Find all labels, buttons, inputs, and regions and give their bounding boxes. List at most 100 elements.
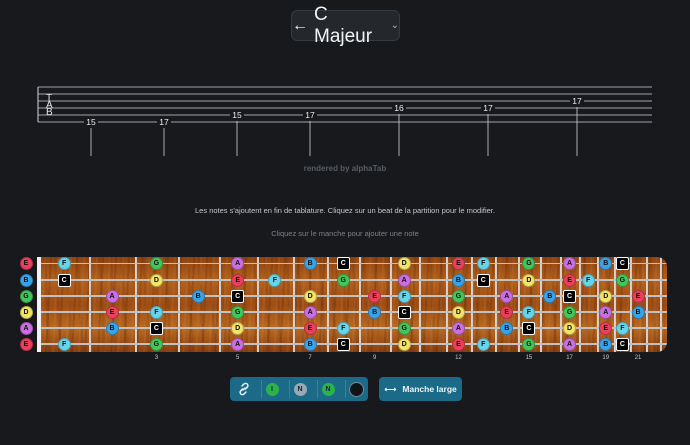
tablature-staff[interactable]: TAB15 1715 1716 1717 bbox=[0, 80, 690, 160]
fretboard-note[interactable]: F bbox=[476, 256, 490, 270]
fretboard-note[interactable]: F bbox=[149, 305, 163, 319]
fretboard-note[interactable]: B bbox=[303, 337, 317, 351]
open-string-note[interactable]: A bbox=[19, 321, 33, 335]
fretboard-note[interactable]: D bbox=[522, 273, 536, 287]
fretboard-note[interactable]: C bbox=[563, 289, 577, 303]
fretboard-note[interactable]: D bbox=[397, 337, 411, 351]
fretboard-note[interactable]: C bbox=[336, 256, 350, 270]
fretboard-note[interactable]: F bbox=[615, 321, 629, 335]
fretboard-note[interactable]: E bbox=[500, 305, 514, 319]
fretboard-note[interactable]: D bbox=[231, 321, 245, 335]
fretboard-note[interactable]: A bbox=[599, 305, 613, 319]
fretboard-note[interactable]: F bbox=[57, 256, 71, 270]
fretboard-note[interactable]: A bbox=[397, 273, 411, 287]
fretboard-note[interactable]: C bbox=[615, 256, 629, 270]
fretboard-note[interactable]: B bbox=[451, 273, 465, 287]
fretboard-note[interactable]: F bbox=[476, 337, 490, 351]
fret-wire bbox=[256, 257, 259, 352]
fret-wire bbox=[518, 257, 521, 352]
fretboard-note[interactable]: G bbox=[522, 337, 536, 351]
fretboard-note[interactable]: B bbox=[599, 337, 613, 351]
fretboard-note[interactable]: B bbox=[631, 305, 645, 319]
fretboard-note[interactable]: B bbox=[368, 305, 382, 319]
fretboard-note[interactable]: G bbox=[522, 256, 536, 270]
link-icon[interactable] bbox=[234, 380, 254, 398]
wide-neck-button[interactable]: ⟷ Manche large bbox=[379, 377, 462, 401]
fretboard-note[interactable]: G bbox=[397, 321, 411, 335]
fretboard-note[interactable]: A bbox=[303, 305, 317, 319]
fretboard-note[interactable]: G bbox=[615, 273, 629, 287]
fretboard-note[interactable]: F bbox=[397, 289, 411, 303]
fret-wire bbox=[134, 257, 137, 352]
toggle-interval-i[interactable]: I bbox=[261, 380, 282, 398]
fretboard-note[interactable]: G bbox=[451, 289, 465, 303]
fretboard-note[interactable]: A bbox=[563, 337, 577, 351]
fretboard-note[interactable]: C bbox=[336, 337, 350, 351]
fretboard-note[interactable]: C bbox=[149, 321, 163, 335]
fretboard-note[interactable]: E bbox=[105, 305, 119, 319]
fretboard-note[interactable]: E bbox=[231, 273, 245, 287]
fretboard-note[interactable]: A bbox=[231, 337, 245, 351]
fretboard-note[interactable]: F bbox=[57, 337, 71, 351]
fret-wire bbox=[389, 257, 392, 352]
fretboard-note[interactable]: A bbox=[451, 321, 465, 335]
fret-wire bbox=[539, 257, 542, 352]
fretboard-note[interactable]: E bbox=[451, 337, 465, 351]
fretboard-note[interactable]: E bbox=[563, 273, 577, 287]
fretboard-note[interactable]: D bbox=[563, 321, 577, 335]
fretboard-note[interactable]: F bbox=[522, 305, 536, 319]
fretboard-note[interactable]: B bbox=[105, 321, 119, 335]
fretboard-note[interactable]: E bbox=[631, 289, 645, 303]
fret-number: 19 bbox=[602, 355, 610, 361]
fretboard-note[interactable]: A bbox=[105, 289, 119, 303]
scale-selector-button[interactable]: ← C Majeur ⌄ bbox=[291, 4, 400, 47]
fretboard-note[interactable]: F bbox=[581, 273, 595, 287]
wide-neck-label: Manche large bbox=[402, 384, 457, 394]
open-string-note[interactable]: D bbox=[19, 305, 33, 319]
fretboard-note[interactable]: F bbox=[268, 273, 282, 287]
fretboard-note[interactable]: B bbox=[500, 321, 514, 335]
fretboard-note[interactable]: E bbox=[303, 321, 317, 335]
fretboard-note[interactable]: A bbox=[500, 289, 514, 303]
fretboard-note[interactable]: C bbox=[615, 337, 629, 351]
fret-wire bbox=[177, 257, 180, 352]
fretboard-note[interactable]: G bbox=[149, 256, 163, 270]
fretboard-note[interactable]: C bbox=[397, 305, 411, 319]
fretboard-note[interactable]: A bbox=[231, 256, 245, 270]
fretboard-note[interactable]: E bbox=[599, 321, 613, 335]
fretboard-note[interactable]: D bbox=[397, 256, 411, 270]
arrow-left-icon: ← bbox=[292, 16, 308, 34]
tab-note: 17 bbox=[305, 110, 315, 120]
fretboard-note[interactable]: A bbox=[563, 256, 577, 270]
fretboard-note[interactable]: D bbox=[303, 289, 317, 303]
fretboard-note[interactable]: G bbox=[149, 337, 163, 351]
fretboard-note[interactable]: G bbox=[231, 305, 245, 319]
fret-number: 7 bbox=[308, 355, 312, 361]
open-string-note[interactable]: E bbox=[19, 337, 33, 351]
toggle-note-n-color[interactable]: N bbox=[317, 380, 338, 398]
fret-number: 5 bbox=[236, 355, 240, 361]
fretboard-note[interactable]: C bbox=[522, 321, 536, 335]
fretboard-note[interactable]: C bbox=[231, 289, 245, 303]
fretboard-note[interactable]: B bbox=[303, 256, 317, 270]
fretboard-note[interactable]: C bbox=[476, 273, 490, 287]
fretboard-note[interactable]: D bbox=[451, 305, 465, 319]
fretboard-note[interactable]: G bbox=[336, 273, 350, 287]
open-string-note[interactable]: B bbox=[19, 273, 33, 287]
tab-note: 15 bbox=[232, 110, 242, 120]
open-string-note[interactable]: G bbox=[19, 289, 33, 303]
fretboard-note[interactable]: D bbox=[599, 289, 613, 303]
fretboard-note[interactable]: B bbox=[191, 289, 205, 303]
open-string-note[interactable]: E bbox=[19, 256, 33, 270]
fretboard-note[interactable]: D bbox=[149, 273, 163, 287]
toggle-note-n[interactable]: N bbox=[289, 380, 310, 398]
fretboard-note[interactable]: F bbox=[336, 321, 350, 335]
toggle-dark-mode[interactable] bbox=[345, 380, 366, 398]
fretboard-note[interactable]: B bbox=[543, 289, 557, 303]
fretboard-note[interactable]: E bbox=[368, 289, 382, 303]
fretboard-note[interactable]: B bbox=[599, 256, 613, 270]
fretboard-note[interactable]: G bbox=[563, 305, 577, 319]
fretboard-note[interactable]: E bbox=[451, 256, 465, 270]
fretboard-note[interactable]: C bbox=[57, 273, 71, 287]
scale-label: C Majeur bbox=[314, 3, 373, 47]
